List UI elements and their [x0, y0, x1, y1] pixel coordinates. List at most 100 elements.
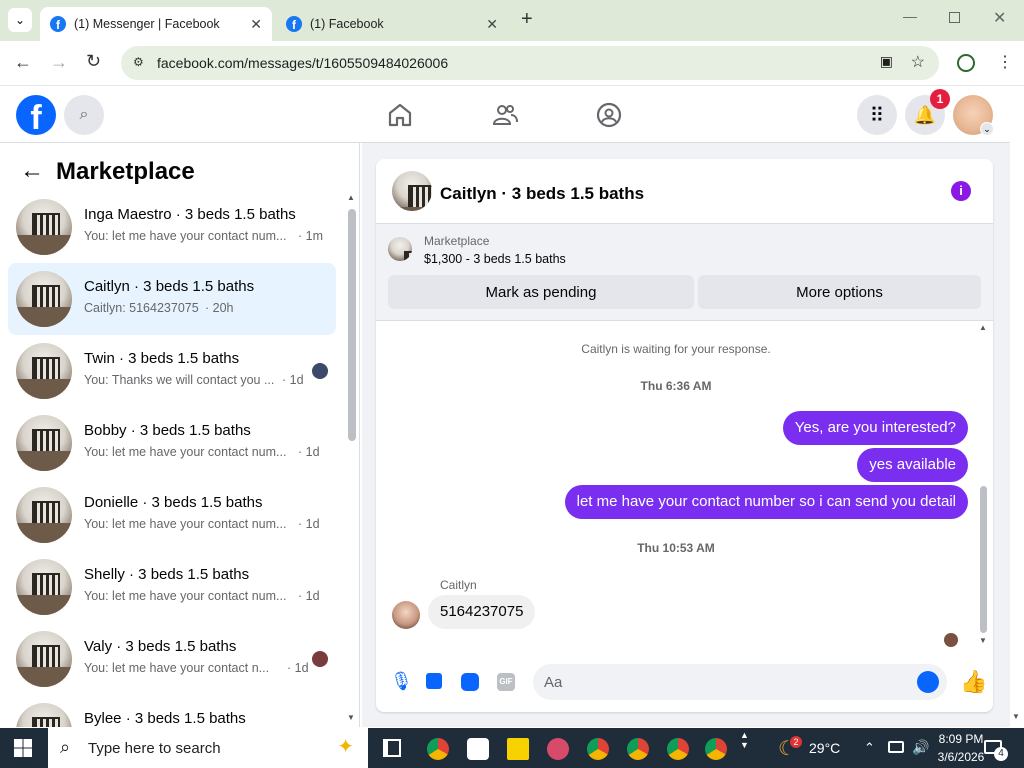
taskbar-overflow-icon[interactable]: ▲ ▼	[740, 730, 749, 750]
conversation-time: · 1m	[298, 229, 323, 243]
sticker-icon[interactable]	[461, 673, 479, 691]
conversation-item[interactable]: Valy · 3 beds 1.5 baths You: let me have…	[8, 623, 336, 695]
listing-thumbnail	[16, 199, 72, 255]
close-tab-icon[interactable]: ✕	[486, 16, 498, 33]
weather-badge: 2	[790, 736, 802, 748]
account-chevron-icon[interactable]: ⌄	[980, 122, 994, 136]
home-icon[interactable]	[386, 101, 414, 129]
site-info-icon[interactable]: ⚙	[133, 55, 144, 69]
emoji-icon[interactable]	[917, 671, 939, 693]
notification-badge: 1	[930, 89, 950, 109]
network-icon[interactable]	[888, 741, 904, 753]
page-scroll-down-icon[interactable]: ▼	[1012, 712, 1020, 721]
chrome-profile-taskbar-icon[interactable]	[587, 738, 609, 760]
chat-scroll-down-icon[interactable]: ▼	[979, 636, 987, 645]
taskbar-search-box[interactable]: ⌕ Type here to search ✦	[48, 728, 368, 768]
tab-facebook[interactable]: f (1) Facebook ✕	[276, 7, 508, 41]
tab-search-button[interactable]: ⌄	[8, 8, 32, 32]
clock-date[interactable]: 3/6/2026	[932, 750, 990, 764]
listing-info[interactable]: $1,300 - 3 beds 1.5 baths	[424, 252, 566, 266]
sidebar-scrollbar[interactable]	[348, 209, 356, 441]
conversation-item[interactable]: Shelly · 3 beds 1.5 baths You: let me ha…	[8, 551, 336, 623]
chat-listing-avatar[interactable]	[392, 171, 432, 211]
notification-count: 4	[994, 747, 1008, 761]
conversation-item[interactable]: Bylee · 3 beds 1.5 baths	[8, 695, 336, 727]
back-icon[interactable]: ←	[14, 52, 32, 73]
search-magnifier-icon: ⌕	[60, 737, 71, 757]
chrome-taskbar-icon[interactable]	[427, 738, 449, 760]
message-bubble-outgoing[interactable]: Yes, are you interested?	[782, 411, 968, 445]
gif-icon[interactable]: GIF	[497, 673, 515, 691]
restore-icon[interactable]	[949, 12, 960, 23]
listing-thumbnail	[16, 415, 72, 471]
message-bubble-outgoing[interactable]: yes available	[857, 448, 968, 482]
install-app-icon[interactable]: ▣	[880, 53, 893, 70]
weather-temperature[interactable]: 29°C	[809, 740, 840, 756]
browser-menu-icon[interactable]: ⋮	[997, 52, 1013, 72]
menu-grid-icon[interactable]: ⠿	[857, 95, 897, 135]
listing-thumbnail	[16, 271, 72, 327]
message-input[interactable]: Aa	[533, 664, 947, 700]
conversation-preview: You: let me have your contact n...	[84, 661, 270, 675]
profile-icon[interactable]	[957, 54, 975, 72]
bookmark-star-icon[interactable]: ☆	[911, 52, 925, 72]
sender-avatar[interactable]	[392, 601, 420, 629]
microphone-icon[interactable]: 🎙	[390, 671, 413, 692]
capcut-taskbar-icon[interactable]	[467, 738, 489, 760]
chat-scroll-up-icon[interactable]: ▲	[979, 323, 987, 332]
close-tab-icon[interactable]: ✕	[250, 16, 262, 33]
search-icon[interactable]: ⌕	[64, 95, 104, 135]
message-bubble-incoming[interactable]: 5164237075	[428, 595, 536, 629]
conversation-item[interactable]: Twin · 3 beds 1.5 baths You: Thanks we w…	[8, 335, 336, 407]
conversation-preview: You: let me have your contact num...	[84, 589, 287, 603]
sticky-notes-taskbar-icon[interactable]	[507, 738, 529, 760]
mark-as-pending-button[interactable]: Mark as pending	[388, 275, 694, 309]
chrome-profile-taskbar-icon[interactable]	[627, 738, 649, 760]
start-windows-icon[interactable]	[14, 739, 32, 757]
conversation-item[interactable]: Bobby · 3 beds 1.5 baths You: let me hav…	[8, 407, 336, 479]
conversation-name: Inga Maestro · 3 beds 1.5 baths	[84, 206, 296, 223]
new-tab-icon[interactable]: +	[521, 8, 533, 31]
conversation-time: · 1d	[298, 517, 320, 531]
seen-avatar	[312, 363, 328, 379]
reload-icon[interactable]: ↻	[86, 51, 101, 72]
conversation-name: Bobby · 3 beds 1.5 baths	[84, 422, 251, 439]
forward-icon[interactable]: →	[50, 52, 68, 73]
tab-title: (1) Messenger | Facebook	[74, 17, 220, 31]
scroll-down-icon[interactable]: ▼	[347, 713, 355, 722]
waiting-notice: Caitlyn is waiting for your response.	[581, 342, 771, 356]
message-bubble-outgoing[interactable]: let me have your contact number so i can…	[564, 485, 968, 519]
more-options-button[interactable]: More options	[698, 275, 981, 309]
friends-icon[interactable]	[491, 101, 519, 129]
volume-icon[interactable]: 🔊	[912, 739, 929, 756]
scroll-up-icon[interactable]: ▲	[347, 193, 355, 202]
tab-messenger[interactable]: f (1) Messenger | Facebook ✕	[40, 7, 272, 41]
info-icon[interactable]: i	[951, 181, 971, 201]
minimize-icon[interactable]: —	[903, 8, 917, 24]
window-close-icon[interactable]: ✕	[993, 8, 1006, 28]
chrome-profile-taskbar-icon[interactable]	[705, 738, 727, 760]
chrome-profile-taskbar-icon[interactable]	[667, 738, 689, 760]
conversation-name: Caitlyn · 3 beds 1.5 baths	[84, 278, 255, 295]
conversation-item[interactable]: Caitlyn · 3 beds 1.5 baths Caitlyn: 5164…	[8, 263, 336, 335]
conversation-item[interactable]: Donielle · 3 beds 1.5 baths You: let me …	[8, 479, 336, 551]
timestamp: Thu 6:36 AM	[640, 379, 712, 393]
groups-icon[interactable]	[595, 101, 623, 129]
seen-avatar	[312, 651, 328, 667]
facebook-logo[interactable]: f	[16, 95, 56, 135]
tab-title: (1) Facebook	[310, 17, 384, 31]
clock-time[interactable]: 8:09 PM	[936, 732, 986, 746]
back-arrow-icon[interactable]: ←	[20, 157, 44, 185]
like-thumbs-up-icon[interactable]: 👍	[960, 669, 987, 695]
photo-icon[interactable]	[426, 673, 442, 689]
address-bar[interactable]: ⚙ facebook.com/messages/t/16055094840260…	[121, 46, 939, 80]
listing-banner-thumb[interactable]	[388, 237, 412, 261]
read-receipt-avatar	[944, 633, 958, 647]
timestamp: Thu 10:53 AM	[637, 541, 715, 555]
chat-scrollbar[interactable]	[980, 486, 987, 633]
conversation-item[interactable]: Inga Maestro · 3 beds 1.5 baths You: let…	[8, 191, 336, 263]
snipping-tool-taskbar-icon[interactable]	[547, 738, 569, 760]
chat-title[interactable]: Caitlyn · 3 beds 1.5 baths	[440, 184, 644, 204]
task-view-icon[interactable]	[383, 739, 401, 757]
tray-chevron-icon[interactable]: ⌃	[864, 740, 875, 756]
